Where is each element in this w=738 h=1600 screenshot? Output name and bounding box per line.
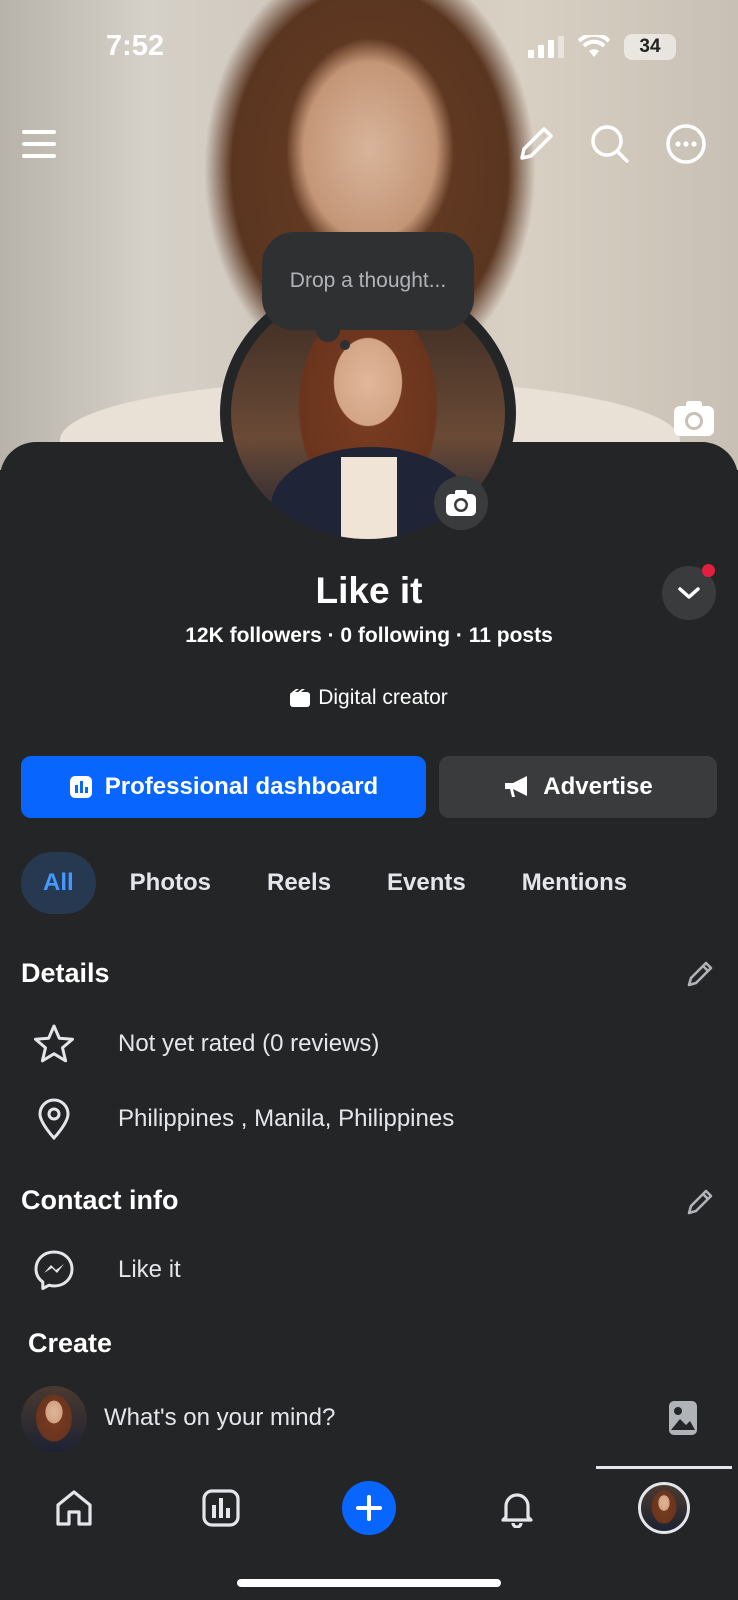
status-bar: 7:52 34 (0, 0, 738, 100)
details-title: Details (21, 958, 110, 988)
nav-profile[interactable] (636, 1480, 692, 1536)
tab-events[interactable]: Events (387, 852, 466, 914)
avatar-detail-shirt (341, 457, 397, 539)
detail-location: Philippines , Manila, Philippines (32, 1097, 454, 1141)
note-bubble-tail (316, 318, 340, 342)
wifi-icon (578, 35, 610, 57)
camera-icon (446, 490, 476, 516)
advertise-button[interactable]: Advertise (439, 756, 717, 818)
dashboard-icon (69, 776, 92, 798)
notification-dot (702, 564, 715, 577)
plus-icon (356, 1495, 382, 1521)
professional-dashboard-button[interactable]: Professional dashboard (21, 756, 426, 818)
contact-info-title: Contact info (21, 1185, 179, 1215)
profile-stats[interactable]: 12K followers · 0 following · 11 posts (0, 624, 738, 648)
profile-name: Like it (315, 570, 423, 611)
search-icon[interactable] (588, 122, 632, 166)
edit-pencil-icon[interactable] (514, 122, 558, 166)
tab-photos[interactable]: Photos (130, 852, 211, 914)
status-icons: 34 (528, 34, 676, 60)
nav-dashboard[interactable] (193, 1480, 249, 1536)
tab-reels[interactable]: Reels (267, 852, 331, 914)
profile-category: Digital creator (0, 686, 738, 710)
home-indicator (237, 1579, 501, 1587)
megaphone-icon (505, 776, 528, 797)
advertise-label: Advertise (543, 773, 653, 800)
whats-on-your-mind-input[interactable]: What's on your mind? (104, 1404, 335, 1432)
menu-icon[interactable] (18, 122, 62, 166)
signal-icon (528, 36, 564, 58)
battery-level: 34 (639, 36, 661, 57)
professional-dashboard-label: Professional dashboard (104, 773, 379, 800)
create-post-button[interactable] (342, 1481, 396, 1535)
home-icon (56, 1490, 92, 1526)
create-title: Create (28, 1328, 113, 1358)
active-tab-indicator (596, 1466, 732, 1469)
detail-rating: Not yet rated (0 reviews) (32, 1022, 379, 1066)
note-placeholder: Drop a thought... (289, 269, 447, 292)
create-avatar[interactable] (21, 1386, 87, 1452)
bottom-nav (0, 1470, 738, 1550)
bell-icon (501, 1493, 533, 1528)
messenger-text: Like it (118, 1256, 181, 1283)
note-bubble-tail-dot (340, 340, 350, 350)
edit-contact-icon[interactable] (684, 1186, 716, 1218)
category-label: Digital creator (318, 686, 448, 709)
messenger-icon (32, 1248, 76, 1292)
cover-camera-icon[interactable] (672, 400, 716, 438)
location-text: Philippines , Manila, Philippines (118, 1105, 455, 1132)
profile-tabs: All Photos Reels Events Mentions (21, 852, 627, 914)
tab-all[interactable]: All (21, 852, 96, 914)
photo-icon[interactable] (668, 1400, 698, 1436)
nav-profile-avatar (638, 1482, 690, 1534)
nav-notifications[interactable] (489, 1480, 545, 1536)
tab-mentions[interactable]: Mentions (522, 852, 627, 914)
chevron-down-icon (678, 587, 700, 599)
more-options-icon[interactable] (664, 122, 708, 166)
contact-messenger[interactable]: Like it (32, 1248, 181, 1292)
battery-indicator: 34 (624, 34, 676, 60)
star-icon (32, 1022, 76, 1066)
clapperboard-icon (290, 689, 311, 707)
rating-text: Not yet rated (0 reviews) (118, 1030, 380, 1057)
avatar-camera-button[interactable] (434, 476, 488, 530)
location-pin-icon (32, 1097, 76, 1141)
nav-home[interactable] (46, 1480, 102, 1536)
status-time: 7:52 (106, 30, 165, 62)
dashboard-icon (202, 1489, 240, 1527)
nav-create[interactable] (341, 1480, 397, 1536)
note-bubble[interactable]: Drop a thought... (262, 232, 474, 330)
edit-details-icon[interactable] (684, 958, 716, 990)
